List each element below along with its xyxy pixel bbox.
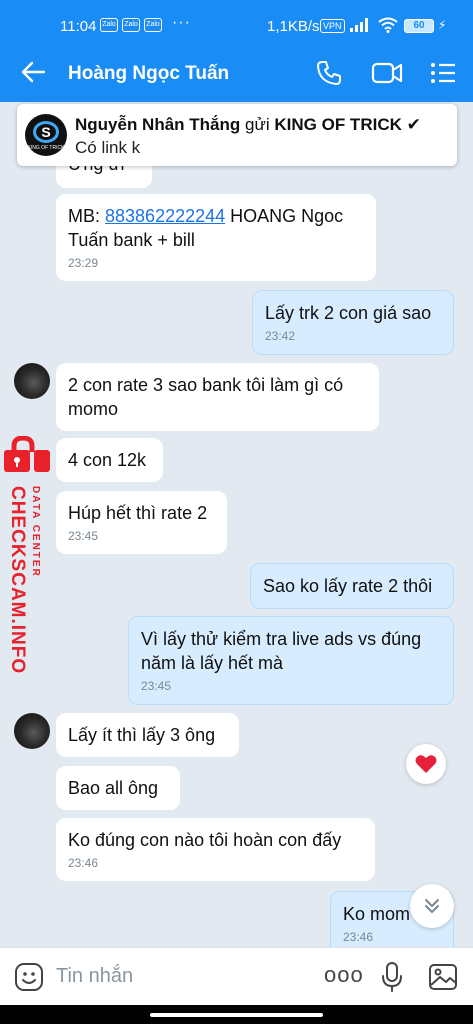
message-bubble-incoming[interactable]: Húp hết thì rate 2 23:45 <box>56 491 227 554</box>
message-text: năm là lấy hết mà <box>141 653 284 673</box>
image-gallery-icon[interactable] <box>428 963 458 996</box>
king-of-trick-logo: S KING OF TRICK <box>25 114 67 156</box>
message-text: Lấy trk 2 con giá sao <box>265 303 432 323</box>
contact-avatar[interactable] <box>14 363 50 399</box>
message-time: 23:46 <box>68 856 99 870</box>
message-input[interactable]: Tin nhắn <box>56 965 133 988</box>
message-text: Ko mom <box>343 904 411 924</box>
sticker-emoji-icon[interactable] <box>14 962 44 997</box>
check-icon: ✔ <box>406 115 421 134</box>
message-time: 23:29 <box>68 256 99 270</box>
message-bubble-outgoing[interactable]: Sao ko lấy rate 2 thôi <box>250 563 454 609</box>
message-text: MB: 883862222244 HOANG Ngoc <box>68 206 344 226</box>
phone-icon[interactable] <box>316 60 342 91</box>
message-time: 23:45 <box>141 679 172 693</box>
checkscam-watermark: CHECKSCAM.INFO DATA CENTER <box>0 435 56 676</box>
message-text: Vì lấy thử kiểm tra live ads vs đúng <box>141 629 422 649</box>
watermark-sub-text: DATA CENTER <box>30 486 41 578</box>
status-time: 11:04 <box>60 18 97 35</box>
back-arrow-icon[interactable] <box>20 59 46 90</box>
message-text: Ko đúng con nào tôi hoàn con đấy <box>68 830 342 850</box>
chat-messages[interactable]: Ừng ừi MB: 883862222244 HOANG Ngoc Tuấn … <box>0 102 473 947</box>
scroll-to-bottom-button[interactable] <box>410 884 454 928</box>
message-text: Lấy ít thì lấy 3 ông <box>68 725 216 745</box>
battery-icon: 60 <box>404 19 434 33</box>
heart-reaction-button[interactable] <box>406 744 446 784</box>
zalo-notification-icon: Zalo <box>144 18 162 32</box>
microphone-icon[interactable] <box>380 961 404 998</box>
chat-header: Hoàng Ngọc Tuấn <box>0 44 473 102</box>
message-text: 4 con 12k <box>68 450 147 470</box>
message-bubble-incoming[interactable]: Ko đúng con nào tôi hoàn con đấy 23:46 <box>56 818 375 881</box>
more-options-icon[interactable]: ooo <box>324 962 364 988</box>
lock-icon <box>4 435 50 479</box>
message-text: 2 con rate 3 sao bank tôi làm gì có <box>68 375 344 395</box>
heart-icon <box>415 755 437 773</box>
message-input-bar: Tin nhắn ooo <box>0 947 473 1005</box>
message-bubble-outgoing[interactable]: Vì lấy thử kiểm tra live ads vs đúng năm… <box>128 616 454 705</box>
message-text: Sao ko lấy rate 2 thôi <box>263 576 433 596</box>
wifi-icon <box>378 17 398 37</box>
message-bubble-incoming[interactable]: MB: 883862222244 HOANG Ngoc Tuấn bank + … <box>56 194 376 281</box>
vpn-badge: VPN <box>320 19 345 33</box>
forwarded-message-banner[interactable]: S KING OF TRICK Nguyễn Nhân Thắng gửi KI… <box>17 104 457 166</box>
message-bubble-incoming[interactable]: 4 con 12k <box>56 438 163 482</box>
watermark-main-text: CHECKSCAM.INFO <box>7 486 28 675</box>
double-chevron-down-icon <box>425 899 439 913</box>
account-number-link[interactable]: 883862222244 <box>105 206 225 226</box>
message-time: 23:46 <box>343 930 374 944</box>
message-text: Tuấn bank + bill <box>68 230 195 250</box>
zalo-notification-icon: Zalo <box>122 18 140 32</box>
home-gesture-handle[interactable] <box>150 1013 323 1017</box>
banner-title: Nguyễn Nhân Thắng gửi KING OF TRICK ✔ <box>75 115 421 134</box>
system-navigation-bar <box>0 1005 473 1024</box>
message-bubble-incoming[interactable]: Lấy ít thì lấy 3 ông <box>56 713 239 757</box>
message-text: Bao all ông <box>68 778 159 798</box>
charging-icon: ⚡ <box>438 18 447 32</box>
contact-name[interactable]: Hoàng Ngọc Tuấn <box>68 63 229 85</box>
banner-preview: Có link k <box>75 138 141 157</box>
zalo-notification-icon: Zalo <box>100 18 118 32</box>
more-notifications-icon: ··· <box>172 14 191 31</box>
signal-icon <box>350 18 372 36</box>
menu-list-icon[interactable] <box>430 60 456 91</box>
message-bubble-outgoing[interactable]: Lấy trk 2 con giá sao 23:42 <box>252 290 454 355</box>
message-text: momo <box>68 399 119 419</box>
contact-avatar[interactable] <box>14 713 50 749</box>
notification-icons: Zalo Zalo Zalo <box>100 18 162 32</box>
status-bar: 11:04 Zalo Zalo Zalo ··· 1,1KB/s VPN 60 … <box>0 0 473 44</box>
message-time: 23:42 <box>265 329 296 343</box>
video-call-icon[interactable] <box>371 60 403 91</box>
message-time: 23:45 <box>68 529 99 543</box>
message-text: Húp hết thì rate 2 <box>68 503 208 523</box>
network-speed: 1,1KB/s <box>267 18 320 35</box>
message-bubble-incoming[interactable]: Bao all ông <box>56 766 180 810</box>
message-bubble-incoming[interactable]: 2 con rate 3 sao bank tôi làm gì có momo <box>56 363 379 431</box>
